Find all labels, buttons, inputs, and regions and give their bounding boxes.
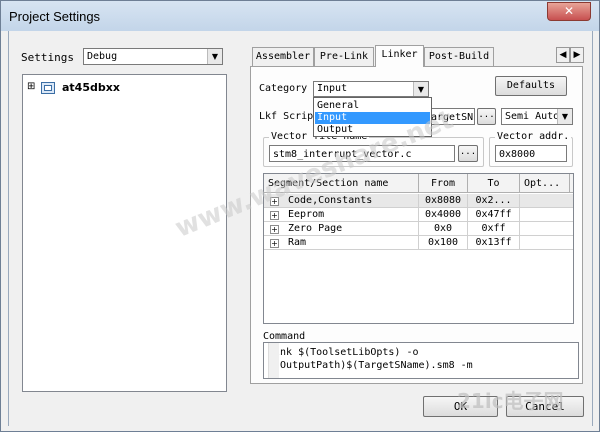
column-header-opt[interactable]: Opt... [520,174,570,193]
settings-label: Settings [21,51,74,64]
segment-name-cell: Code,Constants [264,194,419,208]
tree-expand-icon[interactable]: ⊞ [27,81,35,92]
vector-file-browse-button[interactable]: ... [458,145,478,162]
project-settings-window: Project Settings ✕ Settings Debug ▼ ⊞ at… [0,0,600,432]
close-button[interactable]: ✕ [547,2,591,21]
segment-opt-cell [520,208,573,222]
table-row[interactable]: Zero Page + 0x0 0xff [264,222,573,236]
segment-name-cell: Ram [264,236,419,250]
dropdown-option-general[interactable]: General [315,100,430,112]
segment-name-cell: Zero Page [264,222,419,236]
command-textarea[interactable]: clnk $(ToolsetLibOpts) -o $(OutputPath)$… [263,342,579,379]
segment-from-cell: 0x0 [419,222,468,236]
command-line-2: $(OutputPath)$(TargetSName).sm8 -m [268,360,473,371]
tab-post-build[interactable]: Post-Build [424,47,494,66]
segment-from-cell: 0x8080 [419,194,468,208]
segment-opt-cell [520,222,573,236]
project-icon [41,82,55,94]
chevron-down-icon[interactable]: ▼ [413,82,428,96]
segment-from-cell: 0x4000 [419,208,468,222]
segment-to-cell: 0xff [468,222,520,236]
ok-button[interactable]: OK [423,396,498,417]
tab-scroll-right-icon[interactable]: ▶ [570,47,584,63]
lkf-browse-button[interactable]: ... [477,108,496,125]
segment-to-cell: 0x13ff [468,236,520,250]
tab-assembler[interactable]: Assembler [252,47,314,66]
segment-to-cell: 0x2... [468,194,520,208]
table-row[interactable]: Ram + 0x100 0x13ff [264,236,573,250]
segment-from-cell: 0x100 [419,236,468,250]
category-dropdown-list[interactable]: General Input Output [313,97,432,137]
category-combo[interactable]: Input ▼ [313,81,429,97]
vector-addr-value: 0x8000 [499,149,536,160]
segments-table[interactable]: Segment/Section name From To Opt... Code… [263,173,574,324]
column-header-segment[interactable]: Segment/Section name [264,174,419,193]
window-title: Project Settings [9,9,101,24]
table-row[interactable]: Code,Constants + 0x8080 0x2... [264,194,573,208]
command-line-1: clnk $(ToolsetLibOpts) -o [268,347,419,358]
project-tree[interactable]: ⊞ at45dbxx [22,74,227,392]
segment-opt-cell [520,194,573,208]
segment-name-cell: Eeprom [264,208,419,222]
expand-plus-icon[interactable]: + [270,197,279,206]
expand-plus-icon[interactable]: + [270,211,279,220]
column-header-to[interactable]: To [468,174,520,193]
tab-pre-link[interactable]: Pre-Link [314,47,374,66]
chevron-down-icon[interactable]: ▼ [207,49,222,64]
tab-scroll-left-icon[interactable]: ◀ [556,47,570,63]
chevron-down-icon[interactable]: ▼ [557,109,572,124]
title-bar[interactable]: Project Settings ✕ [1,1,599,31]
expand-plus-icon[interactable]: + [270,225,279,234]
expand-plus-icon[interactable]: + [270,239,279,248]
settings-value: Debug [87,51,118,62]
table-row[interactable]: Eeprom + 0x4000 0x47ff [264,208,573,222]
segments-table-header: Segment/Section name From To Opt... [264,174,573,193]
command-label: Command [263,331,306,342]
category-label: Category [259,83,308,94]
lkf-mode-value: Semi Auto [505,111,559,122]
dropdown-option-input[interactable]: Input [315,112,430,124]
vector-file-value: stm8_interrupt_vector.c [273,149,412,160]
lkf-script-field[interactable]: argetSN [431,108,475,125]
command-scrollbar[interactable] [268,343,279,378]
lkf-script-value: argetSN [431,112,474,123]
column-header-from[interactable]: From [419,174,468,193]
tree-root-label[interactable]: at45dbxx [62,81,120,94]
lkf-mode-combo[interactable]: Semi Auto ▼ [501,108,573,125]
vector-addr-label: Vector addr. [495,131,572,142]
segment-to-cell: 0x47ff [468,208,520,222]
vector-file-input[interactable]: stm8_interrupt_vector.c [269,145,455,162]
vector-addr-input[interactable]: 0x8000 [495,145,567,162]
settings-combo[interactable]: Debug ▼ [83,48,223,65]
defaults-button[interactable]: Defaults [495,76,567,96]
tab-linker[interactable]: Linker [375,45,424,67]
dropdown-option-output[interactable]: Output [315,124,430,136]
segment-opt-cell [520,236,573,250]
category-value: Input [317,83,348,94]
cancel-button[interactable]: Cancel [506,396,584,417]
lkf-script-label: Lkf Scrip [259,111,314,122]
